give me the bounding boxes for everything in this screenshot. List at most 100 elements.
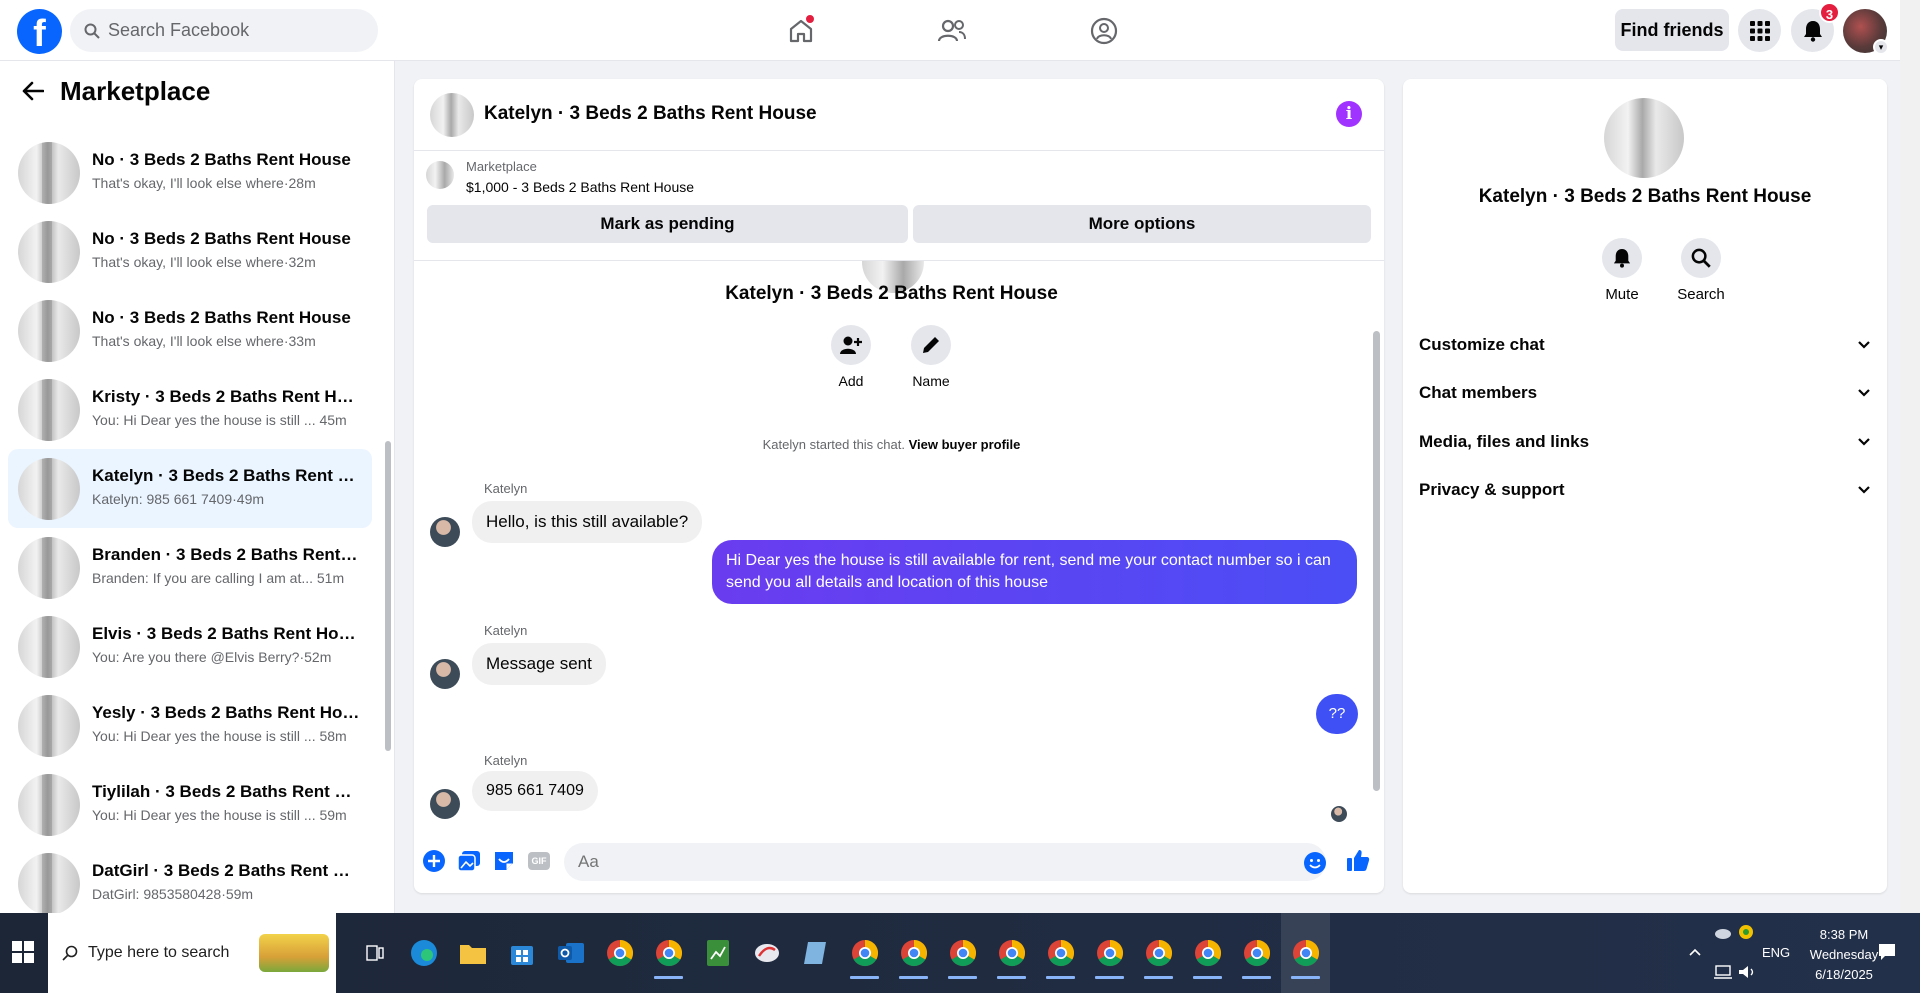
- weather-icon[interactable]: [1714, 925, 1732, 939]
- chat-details-name: Katelyn · 3 Beds 2 Baths Rent House: [1478, 186, 1812, 207]
- windows-start-icon[interactable]: [12, 941, 34, 963]
- conversation-list-scrollbar[interactable]: [383, 101, 393, 906]
- chat-members-section[interactable]: Chat members: [1419, 373, 1871, 413]
- gif-icon: GIF: [528, 852, 550, 870]
- chrome-window-button[interactable]: [1134, 913, 1183, 993]
- search-in-chat-action[interactable]: Search: [1666, 238, 1736, 303]
- app-tray-icon[interactable]: [1738, 924, 1754, 940]
- more-actions-button[interactable]: [422, 849, 446, 873]
- chrome-window-button[interactable]: [1085, 913, 1134, 993]
- bell-icon: [1613, 249, 1631, 268]
- emoji-button[interactable]: [1303, 851, 1327, 875]
- edit-name-action[interactable]: Name: [901, 325, 961, 389]
- chrome-profile-app-button[interactable]: [644, 913, 693, 993]
- gif-button[interactable]: GIF: [527, 849, 551, 873]
- system-clock[interactable]: 8:38 PM Wednesday 6/18/2025: [1804, 925, 1884, 985]
- facebook-logo-icon[interactable]: f: [17, 9, 62, 54]
- sender-avatar[interactable]: [430, 789, 460, 819]
- network-icon[interactable]: [1714, 965, 1732, 979]
- sender-avatar[interactable]: [430, 517, 460, 547]
- chrome-window-button[interactable]: [987, 913, 1036, 993]
- volume-icon[interactable]: [1738, 965, 1756, 979]
- task-view-icon: [365, 945, 384, 961]
- edge-app-button[interactable]: [399, 913, 448, 993]
- conversation-item[interactable]: Elvis · 3 Beds 2 Baths Rent House You: Ar…: [8, 607, 372, 686]
- media-files-links-section[interactable]: Media, files and links: [1419, 422, 1871, 462]
- friends-nav-button[interactable]: [932, 12, 972, 50]
- chrome-window-button-active[interactable]: [1281, 913, 1330, 993]
- page-scrollbar[interactable]: [1900, 0, 1920, 913]
- chat-avatar[interactable]: [430, 93, 474, 137]
- incoming-message[interactable]: Hello, is this still available?: [472, 501, 703, 543]
- conversation-item[interactable]: DatGirl · 3 Beds 2 Baths Rent Ho... DatGi…: [8, 844, 372, 913]
- listing-thumbnail: [18, 853, 80, 913]
- chat-avatar[interactable]: [1604, 98, 1684, 178]
- notes-app-button[interactable]: [791, 913, 840, 993]
- like-button[interactable]: [1346, 848, 1370, 872]
- home-nav-button[interactable]: [781, 12, 821, 50]
- chrome-window-button[interactable]: [1232, 913, 1281, 993]
- scrollbar-thumb[interactable]: [1373, 331, 1380, 791]
- search-box[interactable]: [70, 9, 378, 52]
- seen-indicator-avatar: [1331, 806, 1347, 822]
- store-app-button[interactable]: [497, 913, 546, 993]
- chevron-up-icon[interactable]: [1688, 947, 1702, 957]
- section-label: Media, files and links: [1419, 432, 1590, 451]
- outgoing-message[interactable]: ??: [1316, 694, 1358, 734]
- message-thread-scrollbar[interactable]: [1369, 261, 1383, 831]
- view-buyer-profile-link[interactable]: View buyer profile: [909, 437, 1021, 452]
- notification-center-icon[interactable]: [1878, 943, 1896, 961]
- listing-thumbnail: [18, 300, 80, 362]
- account-avatar[interactable]: ▾: [1843, 9, 1889, 55]
- language-indicator[interactable]: ENG: [1762, 945, 1790, 960]
- back-button[interactable]: [22, 78, 48, 104]
- conversation-item[interactable]: No · 3 Beds 2 Baths Rent House That's oka…: [8, 133, 372, 212]
- outgoing-message[interactable]: Hi Dear yes the house is still available…: [712, 540, 1357, 604]
- find-friends-button[interactable]: Find friends: [1615, 9, 1729, 51]
- spreadsheet-app-button[interactable]: [693, 913, 742, 993]
- conversation-item[interactable]: Tiylilah · 3 Beds 2 Baths Rent Ho... You:…: [8, 765, 372, 844]
- app-button[interactable]: [742, 913, 791, 993]
- privacy-support-section[interactable]: Privacy & support: [1419, 470, 1871, 510]
- mute-action[interactable]: Mute: [1587, 238, 1657, 303]
- listing-thumbnail: [18, 221, 80, 283]
- info-icon[interactable]: i: [1336, 101, 1362, 127]
- menu-button[interactable]: [1738, 9, 1781, 52]
- conversation-item-active[interactable]: Katelyn · 3 Beds 2 Baths Rent Ho... Katel…: [8, 449, 372, 528]
- marketplace-listing-bar: Marketplace $1,000 - 3 Beds 2 Baths Rent…: [414, 151, 1384, 261]
- chat-title[interactable]: Katelyn · 3 Beds 2 Baths Rent House: [484, 103, 817, 125]
- groups-nav-button[interactable]: [1084, 12, 1124, 50]
- conversation-item[interactable]: Kristy · 3 Beds 2 Baths Rent House You: H…: [8, 370, 372, 449]
- conversation-item[interactable]: Branden · 3 Beds 2 Baths Rent H... Brande…: [8, 528, 372, 607]
- conversation-item[interactable]: No · 3 Beds 2 Baths Rent House That's oka…: [8, 291, 372, 370]
- incoming-message[interactable]: 985 661 7409: [472, 771, 598, 811]
- chrome-window-button[interactable]: [840, 913, 889, 993]
- taskbar-search-box[interactable]: Type here to search: [48, 913, 336, 993]
- add-people-action[interactable]: Add: [821, 325, 881, 389]
- mark-as-pending-button[interactable]: Mark as pending: [427, 205, 908, 243]
- conversation-item[interactable]: Yesly · 3 Beds 2 Baths Rent House You: Hi…: [8, 686, 372, 765]
- file-explorer-button[interactable]: [448, 913, 497, 993]
- attach-photo-button[interactable]: [457, 849, 481, 873]
- customize-chat-section[interactable]: Customize chat: [1419, 325, 1871, 365]
- message-input[interactable]: [564, 843, 1326, 881]
- chrome-window-button[interactable]: [938, 913, 987, 993]
- sticker-button[interactable]: [492, 849, 516, 873]
- sender-avatar[interactable]: [430, 659, 460, 689]
- incoming-message[interactable]: Message sent: [472, 643, 606, 685]
- taskbar-search-text: Type here to search: [88, 944, 230, 961]
- chrome-window-button[interactable]: [1036, 913, 1085, 993]
- more-options-button[interactable]: More options: [913, 205, 1371, 243]
- scrollbar-thumb[interactable]: [385, 441, 391, 751]
- listing-thumbnail[interactable]: [426, 161, 454, 189]
- task-view-button[interactable]: [350, 913, 399, 993]
- search-input[interactable]: [108, 20, 348, 41]
- conversation-item[interactable]: No · 3 Beds 2 Baths Rent House That's oka…: [8, 212, 372, 291]
- notifications-button[interactable]: 3: [1791, 2, 1840, 52]
- listing-price-title[interactable]: $1,000 - 3 Beds 2 Baths Rent House: [466, 179, 694, 195]
- edge-icon: [410, 940, 437, 966]
- chrome-app-button[interactable]: [595, 913, 644, 993]
- chrome-window-button[interactable]: [1183, 913, 1232, 993]
- outlook-app-button[interactable]: [546, 913, 595, 993]
- chrome-window-button[interactable]: [889, 913, 938, 993]
